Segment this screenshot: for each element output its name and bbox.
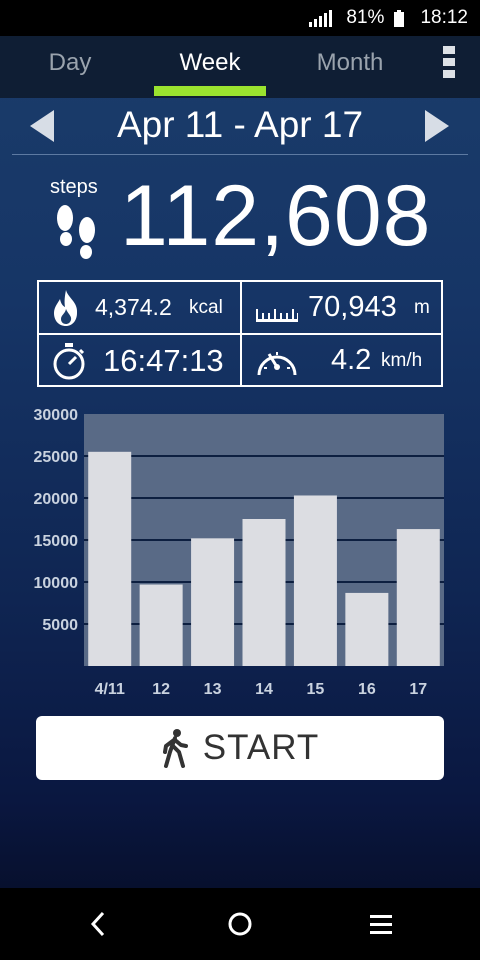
speed-unit: km/h [381, 350, 423, 371]
stopwatch-icon [53, 343, 85, 380]
divider [12, 154, 468, 155]
y-tick-label: 15000 [34, 533, 79, 550]
bar [139, 584, 183, 666]
x-tick-label: 4/11 [95, 681, 125, 698]
y-tick-label: 30000 [34, 407, 79, 424]
x-tick-label: 13 [204, 681, 222, 698]
bar [88, 451, 132, 666]
recents-icon[interactable] [369, 912, 393, 936]
x-tick-label: 15 [307, 681, 325, 698]
tab-month[interactable]: Month [270, 36, 430, 98]
bar [345, 592, 389, 666]
bar [293, 495, 337, 666]
x-tick-label: 16 [358, 681, 376, 698]
stats-grid: 4,374.2 kcal 70,943 m 16:47:13 4.2 km/h [37, 280, 443, 387]
week-navigator: Apr 11 - Apr 17 [0, 100, 480, 154]
y-tick-label: 20000 [34, 491, 79, 508]
y-tick-label: 10000 [34, 575, 79, 592]
speed-cell: 4.2 km/h [242, 335, 442, 386]
calories-value: 4,374.2 [95, 294, 172, 320]
calories-cell: 4,374.2 kcal [39, 282, 239, 333]
back-icon[interactable] [88, 910, 108, 938]
speed-value: 4.2 [331, 344, 372, 376]
weekly-steps-chart: 30000 25000 20000 15000 10000 5000 4/11 12 13 14 1… [34, 407, 444, 698]
bar [396, 529, 440, 666]
x-tick-label: 17 [409, 681, 427, 698]
duration-cell: 16:47:13 [39, 335, 239, 386]
x-tick-label: 12 [152, 681, 170, 698]
distance-unit: m [414, 297, 430, 318]
ruler-icon [256, 309, 298, 322]
footsteps-icon [57, 205, 95, 259]
distance-value: 70,943 [308, 291, 397, 323]
home-icon[interactable] [226, 910, 254, 938]
total-steps: 112,608 [120, 168, 432, 264]
speedometer-icon [257, 352, 297, 376]
tab-active-indicator [154, 86, 266, 96]
clock: 18:12 [420, 7, 468, 28]
calories-unit: kcal [189, 297, 223, 318]
y-tick-label: 25000 [34, 449, 79, 466]
duration-value: 16:47:13 [103, 343, 224, 378]
system-nav-bar [0, 888, 480, 960]
next-week-icon[interactable] [425, 110, 449, 142]
week-range: Apr 11 - Apr 17 [116, 104, 364, 145]
bar [242, 519, 286, 666]
walking-icon [162, 729, 188, 768]
more-vert-icon[interactable] [443, 46, 457, 82]
y-tick-label: 5000 [42, 617, 78, 634]
start-label: START [202, 728, 320, 767]
battery-percent: 81% [346, 7, 385, 28]
steps-label: steps [50, 176, 98, 198]
tab-day[interactable]: Day [0, 36, 150, 98]
battery-icon [394, 9, 405, 27]
start-button[interactable]: START [36, 716, 444, 780]
x-tick-label: 14 [255, 681, 273, 698]
prev-week-icon[interactable] [30, 110, 54, 142]
bar [191, 538, 235, 666]
flame-icon [54, 290, 78, 326]
status-icons: 81% 18:12 [309, 0, 468, 36]
distance-cell: 70,943 m [242, 282, 442, 333]
status-bar: 81% 18:12 [0, 0, 480, 36]
signal-icon [309, 9, 333, 27]
